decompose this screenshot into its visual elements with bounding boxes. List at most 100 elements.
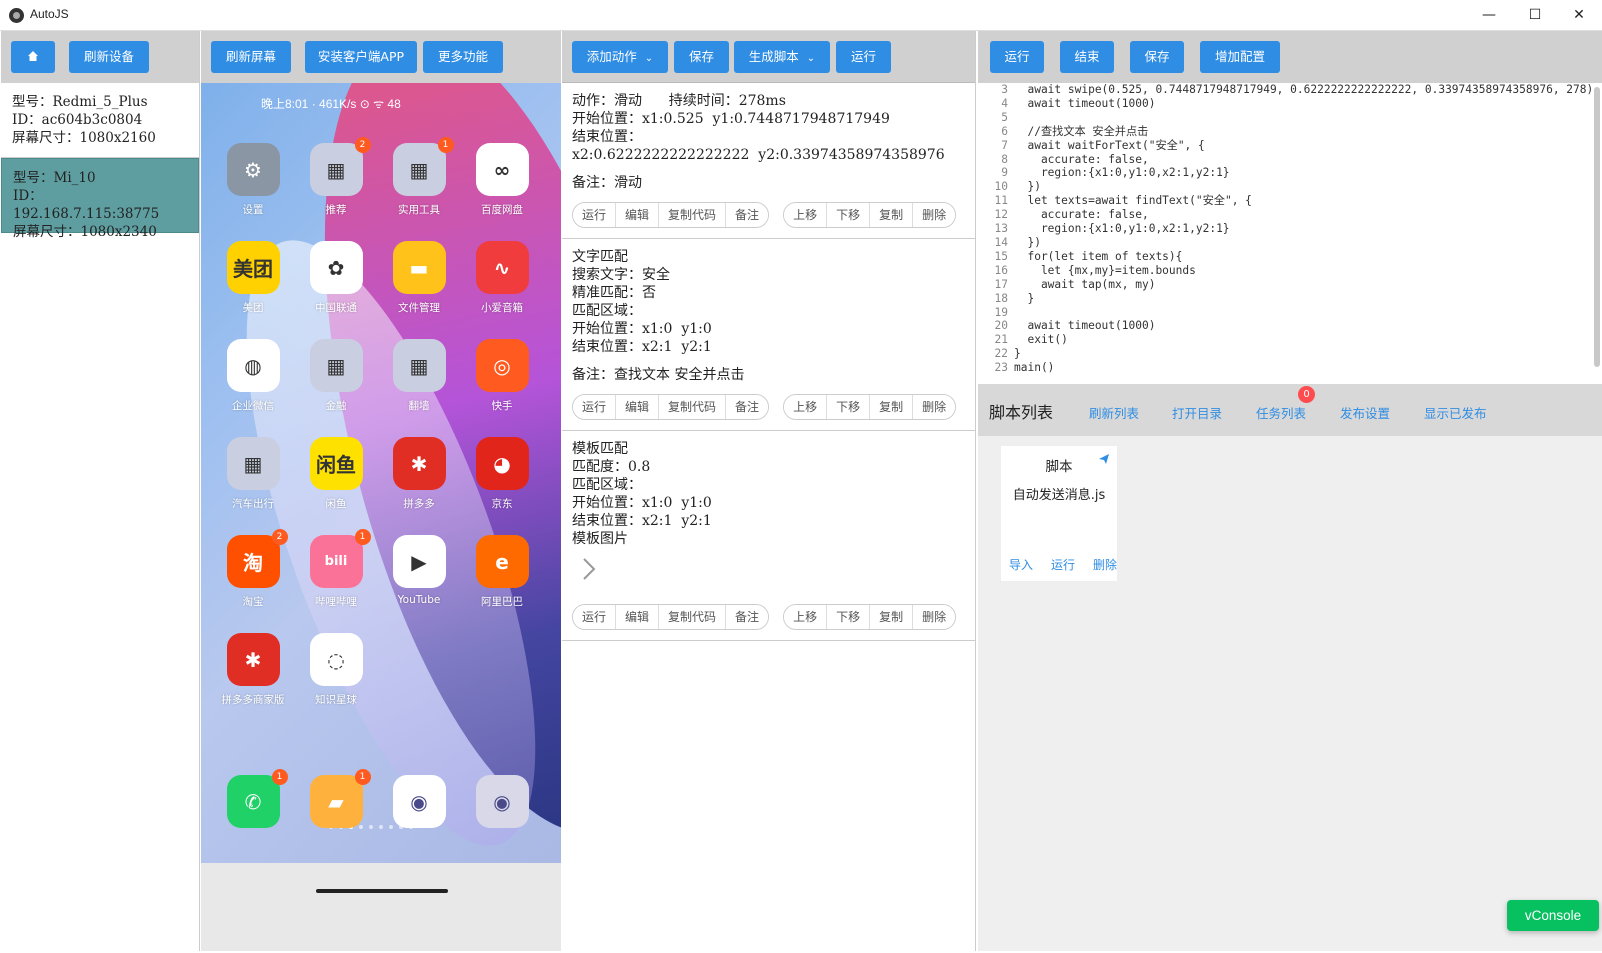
app-label: 美团 xyxy=(242,302,264,314)
action-run-button[interactable]: 运行 xyxy=(573,605,617,629)
device-item[interactable]: 型号：Mi_10 ID：192.168.7.115:38775 屏幕尺寸：1080x… xyxy=(1,158,199,240)
install-client-button[interactable]: 安装客户端APP xyxy=(305,41,417,73)
app-glyph: 闲鱼 xyxy=(316,453,356,477)
app-icon-item[interactable]: ∿ 小爱音箱 xyxy=(460,241,544,315)
action-line: 文字匹配 xyxy=(572,249,628,265)
action-up-button[interactable]: 上移 xyxy=(784,395,828,419)
run-actions-button[interactable]: 运行 xyxy=(836,41,891,73)
save-actions-button[interactable]: 保存 xyxy=(674,41,729,73)
app-icon-item[interactable]: ✿ 中国联通 xyxy=(294,241,378,315)
app-icon-item[interactable]: ▦ 翻墙 xyxy=(377,339,461,413)
task-list-link[interactable]: 任务列表 xyxy=(1256,403,1306,422)
device-list: 型号：Redmi_5_Plus ID：ac604b3c0804 屏幕尺寸：1080x… xyxy=(1,83,199,240)
dock-glyph: ✆ xyxy=(244,789,262,814)
phone-nav-bar[interactable] xyxy=(316,889,448,893)
action-delete-button[interactable]: 删除 xyxy=(913,605,956,629)
action-up-button[interactable]: 上移 xyxy=(784,605,828,629)
close-button[interactable]: ✕ xyxy=(1556,0,1602,30)
send-icon[interactable] xyxy=(1098,453,1110,465)
app-icon-item[interactable]: ▦ 1 实用工具 xyxy=(377,137,461,217)
app-icon-item[interactable]: 闲鱼 闲鱼 xyxy=(294,437,378,511)
minimize-button[interactable]: — xyxy=(1466,0,1512,30)
open-dir-link[interactable]: 打开目录 xyxy=(1172,403,1222,422)
action-edit-button[interactable]: 编辑 xyxy=(616,395,660,419)
import-script-link[interactable]: 导入 xyxy=(1009,556,1033,573)
app-icon-item[interactable]: ▶ YouTube xyxy=(377,535,461,606)
delete-script-link[interactable]: 删除 xyxy=(1093,556,1117,573)
action-note-button[interactable]: 备注 xyxy=(726,203,769,227)
dock-app[interactable]: ◉ xyxy=(460,775,544,828)
app-label: YouTube xyxy=(397,594,441,606)
action-copy-button[interactable]: 复制 xyxy=(870,203,914,227)
action-delete-button[interactable]: 删除 xyxy=(913,395,956,419)
app-icon-item[interactable]: ▦ 汽车出行 xyxy=(211,437,295,511)
phone-screen[interactable]: 晚上8:01 · 461K/s ⊙ ᯤ 48 ⚙ 设置 ▦ 2 推荐 ▦ 1 实用工具 ∞ 百度网… xyxy=(201,83,561,863)
run-card-script-link[interactable]: 运行 xyxy=(1051,556,1075,573)
app-glyph: bili xyxy=(324,554,348,569)
action-copy-code-button[interactable]: 复制代码 xyxy=(659,395,727,419)
action-down-button[interactable]: 下移 xyxy=(827,605,871,629)
action-delete-button[interactable]: 删除 xyxy=(913,203,956,227)
dock-app[interactable]: ◉ xyxy=(377,775,461,828)
app-icon-item[interactable]: 淘 2 淘宝 xyxy=(211,529,295,609)
end-script-button[interactable]: 结束 xyxy=(1060,41,1114,73)
action-edit-button[interactable]: 编辑 xyxy=(616,605,660,629)
action-run-button[interactable]: 运行 xyxy=(573,395,617,419)
action-copy-button[interactable]: 复制 xyxy=(870,395,914,419)
action-copy-code-button[interactable]: 复制代码 xyxy=(659,605,727,629)
script-list-title: 脚本列表 xyxy=(989,403,1054,422)
vconsole-button[interactable]: vConsole xyxy=(1507,900,1599,931)
app-icon: ∞ xyxy=(475,143,529,196)
action-note-button[interactable]: 备注 xyxy=(726,395,769,419)
refresh-screen-button[interactable]: 刷新屏幕 xyxy=(211,41,291,73)
action-copy-code-button[interactable]: 复制代码 xyxy=(659,203,727,227)
action-note-button[interactable]: 备注 xyxy=(726,605,769,629)
app-icon-item[interactable]: ◌ 知识星球 xyxy=(294,633,378,707)
app-label: 翻墙 xyxy=(408,400,430,412)
publish-settings-link[interactable]: 发布设置 xyxy=(1340,403,1390,422)
template-image-chevron-icon[interactable] xyxy=(576,554,600,584)
code-content[interactable]: await swipe(0.525, 0.7448717948717949, 0… xyxy=(1014,83,1593,375)
app-icon-item[interactable]: ▦ 金融 xyxy=(294,339,378,413)
action-edit-button[interactable]: 编辑 xyxy=(616,203,660,227)
app-icon-item[interactable]: ∞ 百度网盘 xyxy=(460,143,544,217)
script-card[interactable]: 脚本 自动发送消息.js 导入 运行 删除 xyxy=(1000,445,1118,582)
device-item[interactable]: 型号：Redmi_5_Plus ID：ac604b3c0804 屏幕尺寸：1080x… xyxy=(1,83,199,158)
action-run-button[interactable]: 运行 xyxy=(573,203,617,227)
save-script-button[interactable]: 保存 xyxy=(1130,41,1184,73)
action-copy-button[interactable]: 复制 xyxy=(870,605,914,629)
app-glyph: ∞ xyxy=(493,157,511,182)
generate-script-button[interactable]: 生成脚本 ⌄ xyxy=(734,41,830,73)
action-up-button[interactable]: 上移 xyxy=(784,203,828,227)
more-functions-button[interactable]: 更多功能 xyxy=(423,41,503,73)
app-icon-item[interactable]: ✱ 拼多多 xyxy=(377,437,461,511)
app-icon-item[interactable]: ◎ 快手 xyxy=(460,339,544,413)
code-editor[interactable]: 3 4 5 6 7 8 9 10 11 12 13 14 15 16 17 18… xyxy=(978,83,1602,384)
show-published-link[interactable]: 显示已发布 xyxy=(1424,403,1487,422)
app-icon-item[interactable]: e 阿里巴巴 xyxy=(460,535,544,609)
app-icon-item[interactable]: ◍ 企业微信 xyxy=(211,339,295,413)
app-icon-item[interactable]: bili 1 哔哩哔哩 xyxy=(294,529,378,609)
app-icon-item[interactable]: ⚙ 设置 xyxy=(211,143,295,217)
add-action-button[interactable]: 添加动作 ⌄ xyxy=(572,41,668,73)
app-icon-item[interactable]: ▬ 文件管理 xyxy=(377,241,461,315)
add-config-button[interactable]: 增加配置 xyxy=(1200,41,1280,73)
app-glyph: ◎ xyxy=(493,353,511,378)
refresh-devices-button[interactable]: 刷新设备 xyxy=(69,41,149,73)
app-icon: ✱ xyxy=(392,437,446,490)
app-icon-item[interactable]: 美团 美团 xyxy=(211,241,295,315)
dock-app[interactable]: ▰ 1 xyxy=(294,769,378,828)
run-script-button[interactable]: 运行 xyxy=(990,41,1044,73)
app-icon-item[interactable]: ✱ 拼多多商家版 xyxy=(211,633,295,707)
dock-app[interactable]: ✆ 1 xyxy=(211,769,295,828)
action-down-button[interactable]: 下移 xyxy=(827,395,871,419)
refresh-list-link[interactable]: 刷新列表 xyxy=(1089,403,1139,422)
app-icon-item[interactable]: ◕ 京东 xyxy=(460,437,544,511)
home-button[interactable] xyxy=(11,41,55,73)
script-list-bar: 脚本列表 刷新列表 打开目录 任务列表 0 发布设置 显示已发布 xyxy=(978,384,1602,436)
vertical-scrollbar[interactable] xyxy=(1594,87,1600,367)
action-down-button[interactable]: 下移 xyxy=(827,203,871,227)
app-icon-item[interactable]: ▦ 2 推荐 xyxy=(294,137,378,217)
maximize-button[interactable]: ☐ xyxy=(1512,0,1558,30)
app-badge: 1 xyxy=(437,137,454,153)
